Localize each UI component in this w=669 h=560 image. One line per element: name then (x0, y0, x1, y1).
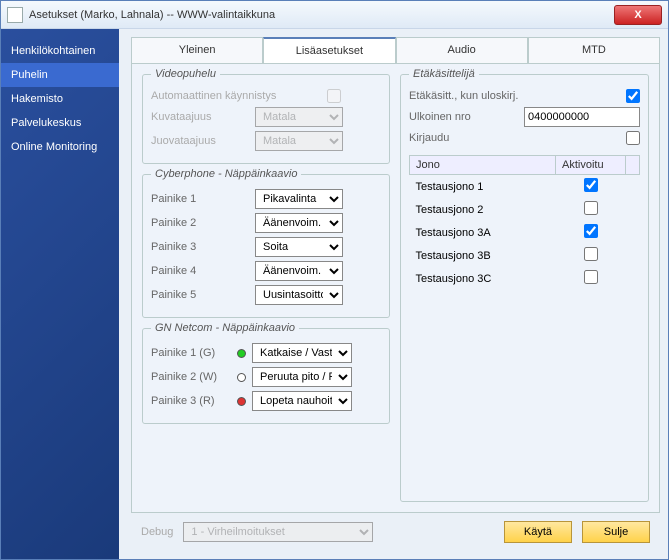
activated-header[interactable]: Aktivoitu (556, 156, 626, 175)
frame-rate-select: Matala (255, 107, 343, 127)
table-row: Testausjono 3B (410, 244, 640, 267)
remote-logout-checkbox[interactable] (626, 89, 640, 103)
close-button[interactable]: X (614, 5, 662, 25)
external-number-label: Ulkoinen nro (409, 111, 509, 123)
footer: Debug 1 - Virheilmoitukset Käytä Sulje (131, 513, 660, 551)
table-row: Testausjono 3C (410, 267, 640, 290)
gn-btn1-select[interactable]: Katkaise / Vastaa (252, 343, 352, 363)
remote-handler-group: Etäkäsittelijä Etäkäsitt., kun uloskirj.… (400, 74, 649, 502)
cyber-btn3-select[interactable]: Soita (255, 237, 343, 257)
gn-btn3-label: Painike 3 (R) (151, 395, 231, 407)
debug-select: 1 - Virheilmoitukset (183, 522, 373, 542)
remote-legend: Etäkäsittelijä (409, 68, 479, 80)
queue-active-checkbox[interactable] (584, 178, 598, 192)
cyber-btn4-select[interactable]: Äänenvoim. - (255, 261, 343, 281)
dot-red-icon (237, 397, 246, 406)
line-rate-label: Juovataajuus (151, 135, 249, 147)
tab-audio[interactable]: Audio (396, 37, 528, 63)
sidebar-item-personal[interactable]: Henkilökohtainen (1, 39, 119, 63)
tab-advanced[interactable]: Lisäasetukset (263, 37, 395, 63)
queue-name: Testausjono 3A (410, 221, 556, 244)
queue-name: Testausjono 1 (410, 175, 556, 199)
gn-btn2-select[interactable]: Peruuta pito / Pito (252, 367, 352, 387)
auto-start-label: Automaattinen käynnistys (151, 90, 321, 102)
table-row: Testausjono 2 (410, 198, 640, 221)
queue-name: Testausjono 2 (410, 198, 556, 221)
cyber-btn2-label: Painike 2 (151, 217, 249, 229)
login-label: Kirjaudu (409, 132, 549, 144)
queue-name: Testausjono 3B (410, 244, 556, 267)
queue-header-spacer (626, 156, 640, 175)
cyber-btn5-label: Painike 5 (151, 289, 249, 301)
sidebar-item-online-monitoring[interactable]: Online Monitoring (1, 135, 119, 159)
gn-btn3-select[interactable]: Lopeta nauhoitus (252, 391, 352, 411)
gn-btn2-label: Painike 2 (W) (151, 371, 231, 383)
window-title: Asetukset (Marko, Lahnala) -- WWW-valint… (29, 9, 608, 21)
apply-button[interactable]: Käytä (504, 521, 572, 543)
login-checkbox[interactable] (626, 131, 640, 145)
settings-window: Asetukset (Marko, Lahnala) -- WWW-valint… (0, 0, 669, 560)
gn-legend: GN Netcom - Näppäinkaavio (151, 322, 299, 334)
queue-active-checkbox[interactable] (584, 270, 598, 284)
auto-start-checkbox (327, 89, 341, 103)
table-row: Testausjono 1 (410, 175, 640, 199)
cyber-btn2-select[interactable]: Äänenvoim. + (255, 213, 343, 233)
cyber-btn4-label: Painike 4 (151, 265, 249, 277)
remote-logout-label: Etäkäsitt., kun uloskirj. (409, 90, 549, 102)
frame-rate-label: Kuvataajuus (151, 111, 249, 123)
queue-active-checkbox[interactable] (584, 224, 598, 238)
queue-active-checkbox[interactable] (584, 201, 598, 215)
tab-general[interactable]: Yleinen (131, 37, 263, 63)
video-legend: Videopuhelu (151, 68, 220, 80)
sidebar-item-phone[interactable]: Puhelin (1, 63, 119, 87)
queue-name: Testausjono 3C (410, 267, 556, 290)
cyberphone-legend: Cyberphone - Näppäinkaavio (151, 168, 301, 180)
video-call-group: Videopuhelu Automaattinen käynnistys Kuv… (142, 74, 390, 164)
dot-white-icon (237, 373, 246, 382)
tab-content: Videopuhelu Automaattinen käynnistys Kuv… (131, 64, 660, 513)
tab-bar: Yleinen Lisäasetukset Audio MTD (131, 37, 660, 64)
titlebar: Asetukset (Marko, Lahnala) -- WWW-valint… (1, 1, 668, 29)
gn-netcom-group: GN Netcom - Näppäinkaavio Painike 1 (G)K… (142, 328, 390, 424)
debug-label: Debug (141, 526, 173, 538)
tab-mtd[interactable]: MTD (528, 37, 660, 63)
cyber-btn1-select[interactable]: Pikavalinta (255, 189, 343, 209)
cyber-btn1-label: Painike 1 (151, 193, 249, 205)
close-footer-button[interactable]: Sulje (582, 521, 650, 543)
cyberphone-group: Cyberphone - Näppäinkaavio Painike 1Pika… (142, 174, 390, 318)
table-row: Testausjono 3A (410, 221, 640, 244)
sidebar: Henkilökohtainen Puhelin Hakemisto Palve… (1, 29, 119, 559)
dot-green-icon (237, 349, 246, 358)
queue-active-checkbox[interactable] (584, 247, 598, 261)
external-number-input[interactable] (524, 107, 640, 127)
sidebar-item-service-center[interactable]: Palvelukeskus (1, 111, 119, 135)
line-rate-select: Matala (255, 131, 343, 151)
cyber-btn5-select[interactable]: Uusintasoitto (255, 285, 343, 305)
queue-header[interactable]: Jono (410, 156, 556, 175)
app-icon (7, 7, 23, 23)
sidebar-item-directory[interactable]: Hakemisto (1, 87, 119, 111)
queue-table: Jono Aktivoitu Testausjono 1 Testausjono… (409, 155, 640, 290)
cyber-btn3-label: Painike 3 (151, 241, 249, 253)
gn-btn1-label: Painike 1 (G) (151, 347, 231, 359)
